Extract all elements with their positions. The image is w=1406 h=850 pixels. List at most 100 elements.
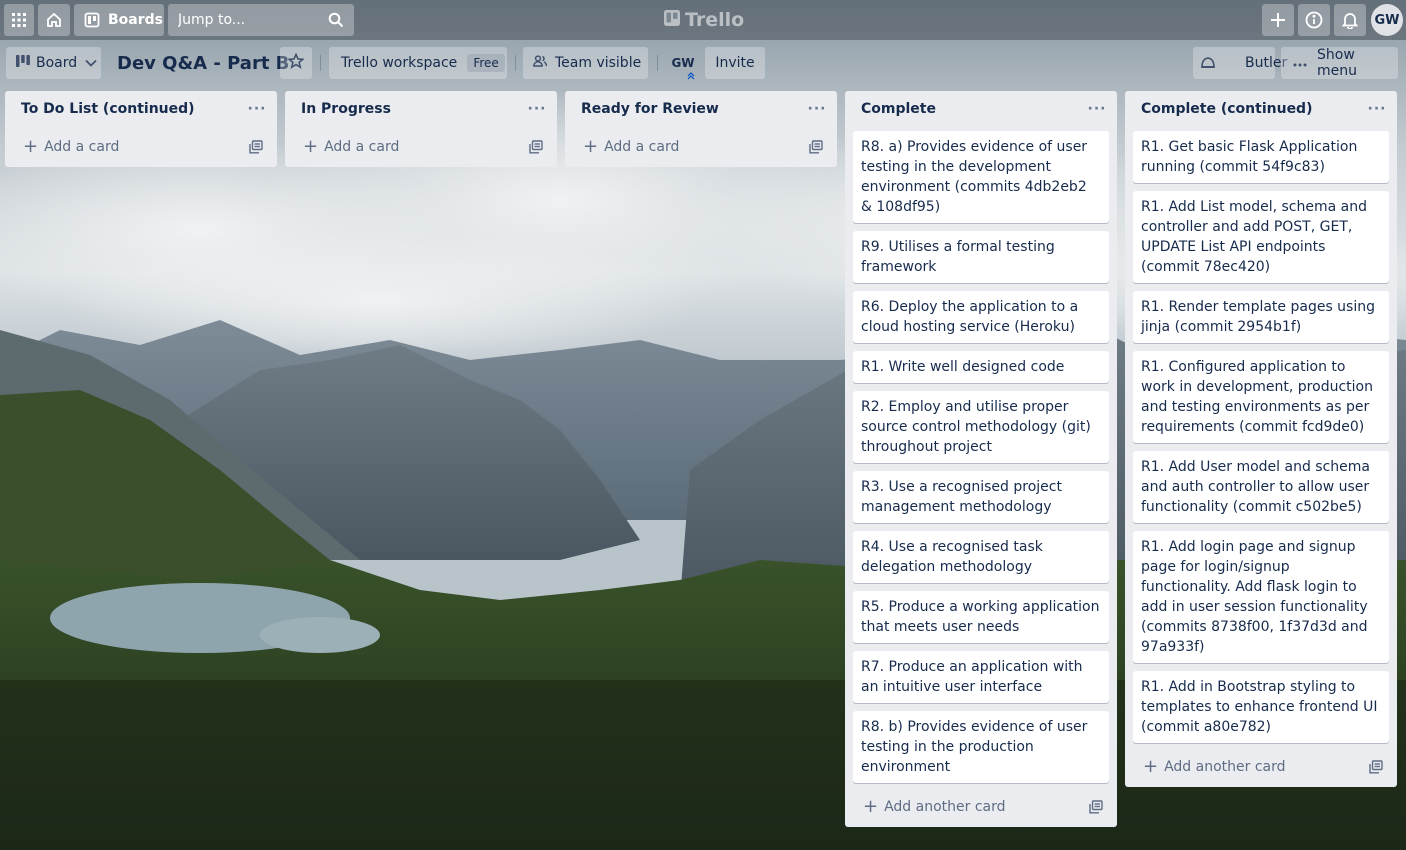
star-icon — [287, 52, 305, 73]
plus-icon: + — [23, 136, 39, 157]
list-title[interactable]: In Progress — [301, 101, 391, 117]
trello-logo[interactable]: Trello — [664, 8, 744, 32]
list-header[interactable]: Ready for Review ··· — [565, 91, 837, 131]
board-member-avatar[interactable]: GW — [669, 51, 697, 80]
add-card-label: Add another card — [884, 799, 1006, 815]
board-view-label: Board — [36, 55, 78, 71]
card[interactable]: R2. Employ and utilise proper source con… — [853, 391, 1109, 463]
search-input[interactable] — [168, 4, 354, 36]
card[interactable]: R8. a) Provides evidence of user testing… — [853, 131, 1109, 223]
list-header[interactable]: In Progress ··· — [285, 91, 557, 131]
list-title[interactable]: To Do List (continued) — [21, 101, 195, 117]
invite-button[interactable]: Invite — [705, 47, 765, 79]
plus-icon — [1270, 12, 1286, 28]
list-header[interactable]: Complete (continued) ··· — [1125, 91, 1397, 131]
admin-chevron-icon — [687, 69, 695, 83]
info-button[interactable] — [1298, 4, 1330, 36]
card[interactable]: R9. Utilises a formal testing framework — [853, 231, 1109, 283]
workspace-button[interactable]: Trello workspace Free — [329, 47, 507, 79]
add-card-button[interactable]: + Add another card — [845, 791, 1117, 827]
card[interactable]: R1. Add User model and schema and auth c… — [1133, 451, 1389, 523]
card-list: R1. Get basic Flask Application running … — [1125, 131, 1397, 743]
list-menu-icon[interactable]: ··· — [1085, 97, 1109, 121]
add-card-button[interactable]: + Add another card — [1125, 751, 1397, 787]
show-menu-label: Show menu — [1317, 47, 1357, 79]
trello-logo-text: Trello — [685, 9, 745, 31]
header-divider — [657, 55, 658, 71]
card[interactable]: R1. Add login page and signup page for l… — [1133, 531, 1389, 663]
more-horizontal-icon — [1293, 55, 1307, 71]
card[interactable]: R4. Use a recognised task delegation met… — [853, 531, 1109, 583]
list-menu-icon[interactable]: ··· — [805, 97, 829, 121]
trello-logo-icon — [664, 9, 680, 31]
list-to-do-continued: To Do List (continued) ··· + Add a card — [5, 91, 277, 167]
card[interactable]: R5. Produce a working application that m… — [853, 591, 1109, 643]
list-title[interactable]: Ready for Review — [581, 101, 719, 117]
butler-icon — [1201, 56, 1215, 72]
card[interactable]: R1. Add List model, schema and controlle… — [1133, 191, 1389, 283]
butler-button[interactable]: Butler — [1193, 47, 1287, 79]
card[interactable]: R1. Add in Bootstrap styling to template… — [1133, 671, 1389, 743]
list-header[interactable]: To Do List (continued) ··· — [5, 91, 277, 131]
card[interactable]: R8. b) Provides evidence of user testing… — [853, 711, 1109, 783]
list-complete-continued: Complete (continued) ··· R1. Get basic F… — [1125, 91, 1397, 787]
list-title[interactable]: Complete (continued) — [1141, 101, 1312, 117]
card-template-icon[interactable] — [529, 140, 543, 158]
workspace-plan-badge: Free — [467, 54, 505, 72]
header-divider — [515, 55, 516, 71]
list-menu-icon[interactable]: ··· — [245, 97, 269, 121]
search-icon[interactable] — [328, 12, 344, 32]
star-board-button[interactable] — [280, 47, 312, 79]
add-card-button[interactable]: + Add a card — [565, 131, 837, 167]
list-menu-icon[interactable]: ··· — [1365, 97, 1389, 121]
add-card-button[interactable]: + Add a card — [5, 131, 277, 167]
visibility-button[interactable]: Team visible — [523, 47, 648, 79]
grid-icon — [11, 12, 27, 28]
add-card-label: Add another card — [1164, 759, 1286, 775]
card[interactable]: R1. Get basic Flask Application running … — [1133, 131, 1389, 183]
apps-button[interactable] — [4, 4, 34, 36]
card[interactable]: R1. Write well designed code — [853, 351, 1109, 383]
list-header[interactable]: Complete ··· — [845, 91, 1117, 131]
card-template-icon[interactable] — [1369, 760, 1383, 778]
visibility-label: Team visible — [555, 55, 642, 71]
chevron-down-icon — [85, 55, 97, 71]
add-card-button[interactable]: + Add a card — [285, 131, 557, 167]
card[interactable]: R3. Use a recognised project management … — [853, 471, 1109, 523]
plus-icon: + — [1143, 756, 1159, 777]
list-title[interactable]: Complete — [861, 101, 936, 117]
home-icon — [45, 11, 63, 29]
card[interactable]: R1. Configured application to work in de… — [1133, 351, 1389, 443]
card[interactable]: R6. Deploy the application to a cloud ho… — [853, 291, 1109, 343]
card-template-icon[interactable] — [809, 140, 823, 158]
notifications-button[interactable] — [1334, 4, 1366, 36]
info-icon — [1305, 11, 1323, 29]
create-button[interactable] — [1262, 4, 1294, 36]
add-card-label: Add a card — [604, 139, 680, 155]
search-box[interactable] — [168, 4, 354, 36]
member-initials: GW — [671, 56, 695, 70]
card-template-icon[interactable] — [1089, 800, 1103, 818]
board-view-switcher[interactable]: Board — [6, 47, 101, 79]
card[interactable]: R7. Produce an application with an intui… — [853, 651, 1109, 703]
board-view-icon — [16, 55, 30, 71]
add-card-label: Add a card — [44, 139, 120, 155]
bell-icon — [1342, 11, 1358, 29]
header-divider — [320, 55, 321, 71]
list-in-progress: In Progress ··· + Add a card — [285, 91, 557, 167]
avatar[interactable]: GW — [1371, 4, 1403, 36]
boards-button[interactable]: Boards — [74, 4, 164, 36]
board-icon — [84, 12, 100, 28]
show-menu-button[interactable]: Show menu — [1281, 47, 1398, 79]
card-template-icon[interactable] — [249, 140, 263, 158]
plus-icon: + — [863, 796, 879, 817]
list-ready-for-review: Ready for Review ··· + Add a card — [565, 91, 837, 167]
team-icon — [533, 55, 547, 71]
card-list: R8. a) Provides evidence of user testing… — [845, 131, 1117, 783]
card[interactable]: R1. Render template pages using jinja (c… — [1133, 291, 1389, 343]
home-button[interactable] — [38, 4, 70, 36]
list-menu-icon[interactable]: ··· — [525, 97, 549, 121]
board-title[interactable]: Dev Q&A - Part B — [117, 50, 289, 78]
plus-icon: + — [303, 136, 319, 157]
workspace-label: Trello workspace — [341, 55, 458, 71]
